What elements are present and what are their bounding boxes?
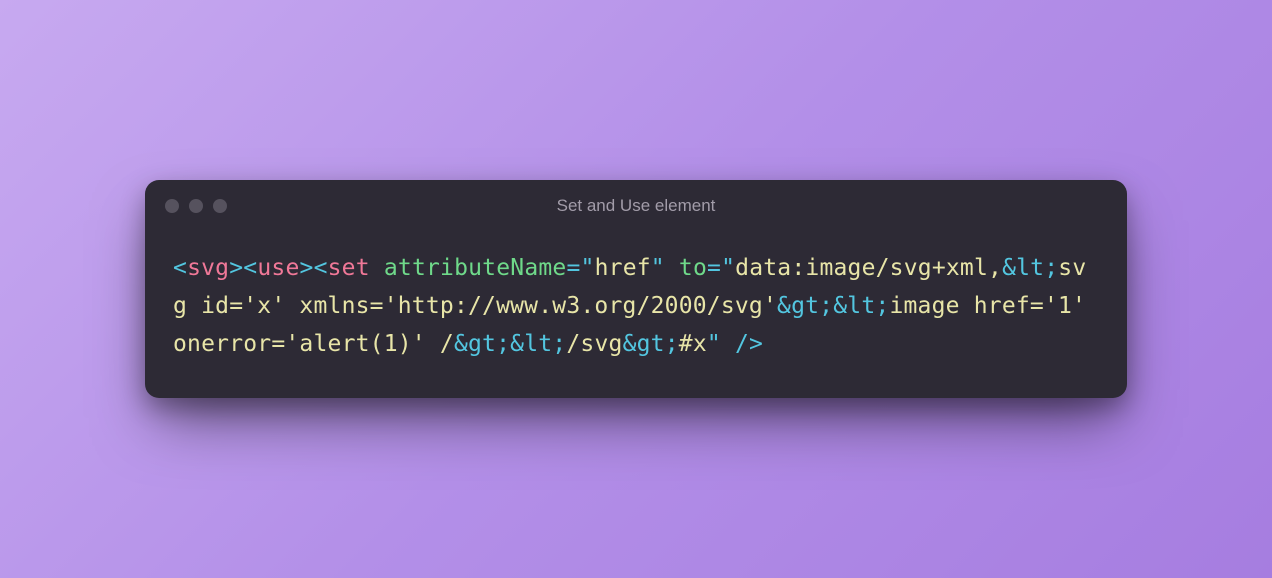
code-token: &gt; <box>777 293 833 319</box>
code-token: /> <box>735 331 763 357</box>
code-token: &gt; <box>623 331 679 357</box>
code-token: data:image/svg+xml, <box>735 255 1002 281</box>
code-token: #x <box>679 331 707 357</box>
code-token: &gt; <box>454 331 510 357</box>
code-token: = <box>707 255 721 281</box>
code-token: " <box>651 255 665 281</box>
code-token: /svg <box>566 331 622 357</box>
code-token: attributeName <box>384 255 567 281</box>
code-window: Set and Use element <svg><use><set attri… <box>145 180 1127 398</box>
code-token: < <box>314 255 328 281</box>
window-titlebar: Set and Use element <box>145 180 1127 232</box>
code-token: " <box>721 255 735 281</box>
code-token: href <box>595 255 651 281</box>
code-token: set <box>328 255 370 281</box>
code-token: use <box>257 255 299 281</box>
code-token: > <box>229 255 243 281</box>
code-token: &lt; <box>510 331 566 357</box>
code-token: svg <box>187 255 229 281</box>
code-token <box>665 255 679 281</box>
code-token: < <box>173 255 187 281</box>
code-token: &lt; <box>833 293 889 319</box>
code-token: " <box>707 331 721 357</box>
zoom-dot-icon[interactable] <box>213 199 227 213</box>
code-token: = <box>566 255 580 281</box>
traffic-lights <box>165 199 227 213</box>
code-token: " <box>581 255 595 281</box>
code-token: > <box>300 255 314 281</box>
minimize-dot-icon[interactable] <box>189 199 203 213</box>
code-token: to <box>679 255 707 281</box>
code-token: < <box>243 255 257 281</box>
code-token <box>721 331 735 357</box>
close-dot-icon[interactable] <box>165 199 179 213</box>
code-block: <svg><use><set attributeName="href" to="… <box>145 232 1127 398</box>
code-token <box>370 255 384 281</box>
code-token: &lt; <box>1002 255 1058 281</box>
window-title: Set and Use element <box>145 196 1127 216</box>
